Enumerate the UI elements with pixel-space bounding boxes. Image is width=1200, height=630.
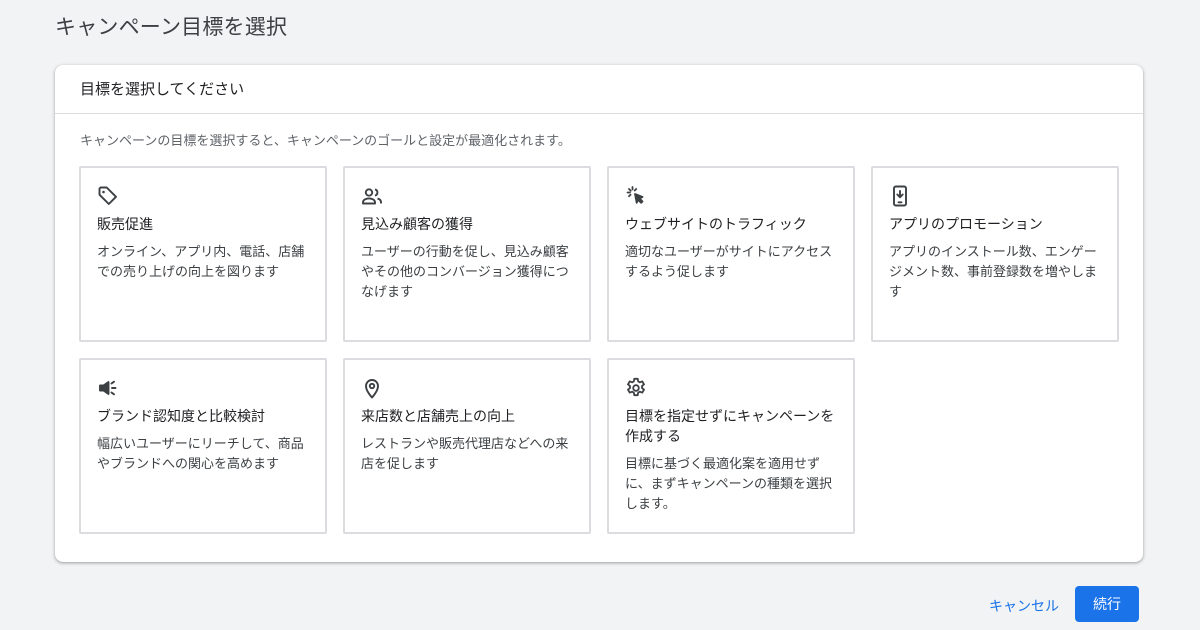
objective-card-brand-awareness[interactable]: ブランド認知度と比較検討 幅広いユーザーにリーチして、商品やブランドへの関心を高… — [79, 358, 327, 534]
card-title: 目標を指定せずにキャンペーンを作成する — [625, 409, 835, 445]
card-description: 適切なユーザーがサイトにアクセスするよう促します — [625, 245, 833, 280]
tag-icon — [96, 184, 120, 208]
card-description: アプリのインストール数、エンゲージメント数、事前登録数を増やします — [889, 245, 1098, 300]
megaphone-icon — [96, 376, 120, 400]
card-description: レストランや販売代理店などへの来店を促します — [361, 437, 569, 472]
page-title: キャンペーン目標を選択 — [55, 15, 288, 39]
objective-card-leads[interactable]: 見込み顧客の獲得 ユーザーの行動を促し、見込み顧客やその他のコンバージョン獲得に… — [343, 166, 591, 342]
card-title: ウェブサイトのトラフィック — [625, 217, 807, 233]
card-title: 見込み顧客の獲得 — [361, 217, 473, 233]
gear-icon — [624, 376, 648, 400]
card-title: アプリのプロモーション — [889, 217, 1043, 233]
card-title: 販売促進 — [97, 217, 153, 233]
objective-card-sales[interactable]: 販売促進 オンライン、アプリ内、電話、店舗での売り上げの向上を図ります — [79, 166, 327, 342]
objective-panel: 目標を選択してください キャンペーンの目標を選択すると、キャンペーンのゴールと設… — [55, 65, 1143, 562]
objective-card-traffic[interactable]: ウェブサイトのトラフィック 適切なユーザーがサイトにアクセスするよう促します — [607, 166, 855, 342]
cancel-button[interactable]: キャンセル — [980, 588, 1068, 624]
people-icon — [360, 184, 384, 208]
card-description: 幅広いユーザーにリーチして、商品やブランドへの関心を高めます — [97, 437, 304, 472]
phone-download-icon — [888, 184, 912, 208]
panel-header: 目標を選択してください — [55, 65, 1143, 114]
objective-card-store-visits[interactable]: 来店数と店舗売上の向上 レストランや販売代理店などへの来店を促します — [343, 358, 591, 534]
card-description: 目標に基づく最適化案を適用せずに、まずキャンペーンの種類を選択します。 — [625, 457, 832, 512]
objective-card-app-promotion[interactable]: アプリのプロモーション アプリのインストール数、エンゲージメント数、事前登録数を… — [871, 166, 1119, 342]
card-title: ブランド認知度と比較検討 — [97, 409, 265, 425]
card-description: オンライン、アプリ内、電話、店舗での売り上げの向上を図ります — [97, 245, 305, 280]
card-description: ユーザーの行動を促し、見込み顧客やその他のコンバージョン獲得につなげます — [361, 245, 569, 300]
card-title: 来店数と店舗売上の向上 — [361, 409, 515, 425]
location-pin-icon — [360, 376, 384, 400]
objective-card-no-goal[interactable]: 目標を指定せずにキャンペーンを作成する 目標に基づく最適化案を適用せずに、まずキ… — [607, 358, 855, 534]
continue-button[interactable]: 続行 — [1075, 586, 1139, 622]
panel-description: キャンペーンの目標を選択すると、キャンペーンのゴールと設定が最適化されます。 — [80, 134, 571, 149]
cursor-click-icon — [624, 184, 648, 208]
